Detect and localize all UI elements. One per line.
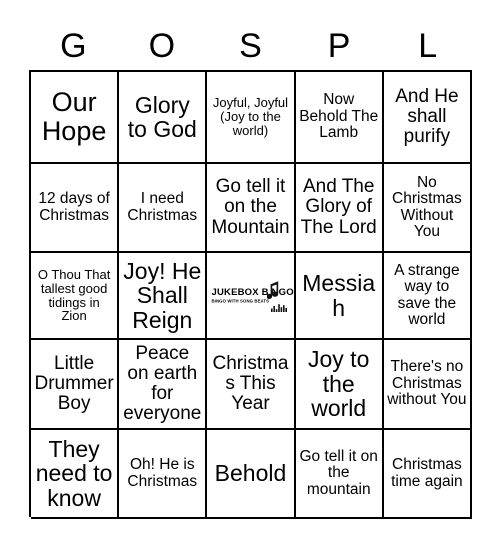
bingo-header-letters: G O S P L <box>29 22 472 70</box>
bingo-cell-r4c1[interactable]: Little Drummer Boy <box>31 340 120 430</box>
bingo-cell-r2c1[interactable]: 12 days of Christmas <box>31 164 120 253</box>
bingo-cell-label: A strange way to save the world <box>394 261 460 328</box>
bingo-cell-r1c4[interactable]: Now Behold The Lamb <box>295 72 384 164</box>
bingo-cell-label: 12 days of Christmas <box>38 190 110 224</box>
bingo-cell-r2c2[interactable]: I need Christmas <box>119 164 208 253</box>
bingo-cell-r3c5[interactable]: A strange way to save the world <box>383 253 472 340</box>
bingo-cell-r4c5[interactable]: There's no Christmas without You <box>383 340 472 430</box>
bingo-cell-r2c5[interactable]: No Christmas Without You <box>383 164 472 253</box>
bingo-cell-label: Glory to God <box>127 91 197 142</box>
bingo-cell-r3c4[interactable]: Messiah <box>295 253 384 340</box>
header-letter-1: G <box>60 27 87 65</box>
bingo-cell-label: Little Drummer Boy <box>34 352 114 415</box>
bingo-cell-r3c2[interactable]: Joy! He Shall Reign <box>119 253 208 340</box>
bingo-card: G O S P L Our Hope Glory to God Joyful, … <box>0 0 500 544</box>
bingo-cell-label: Joy to the world <box>308 346 370 422</box>
header-letter-3: S <box>239 27 262 65</box>
bingo-cell-r5c5[interactable]: Christmas time again <box>383 430 472 519</box>
bingo-cell-r5c1[interactable]: They need to know <box>31 430 120 519</box>
bingo-cell-r1c5[interactable]: And He shall purify <box>383 72 472 164</box>
bingo-cell-label: Joy! He Shall Reign <box>123 257 202 333</box>
bingo-grid: Our Hope Glory to God Joyful, Joyful (Jo… <box>29 70 472 519</box>
bingo-cell-r4c3[interactable]: Christmas This Year <box>207 340 296 430</box>
bingo-cell-label: And The Glory of The Lord <box>300 176 377 238</box>
bingo-cell-r5c2[interactable]: Oh! He is Christmas <box>119 430 208 519</box>
bingo-cell-label: No Christmas Without You <box>392 173 462 240</box>
header-letter-2: O <box>148 27 176 65</box>
bingo-cell-label: Go tell it on the Mountain <box>211 176 290 238</box>
bingo-cell-label: And He shall purify <box>395 85 459 148</box>
bingo-cell-label: Our Hope <box>41 87 107 146</box>
bingo-cell-label: O Thou That tallest good tidings in Zion <box>37 266 111 324</box>
bingo-cell-r3c1[interactable]: O Thou That tallest good tidings in Zion <box>31 253 120 340</box>
bingo-cell-free-space[interactable]: JUKEBOX B NGO BINGO WITH SONG BEATS <box>207 253 296 340</box>
bingo-cell-r5c3[interactable]: Behold <box>207 430 296 519</box>
bingo-cell-r1c3[interactable]: Joyful, Joyful (Joy to the world) <box>207 72 296 164</box>
bingo-cell-r2c4[interactable]: And The Glory of The Lord <box>295 164 384 253</box>
bingo-cell-label: They need to know <box>35 435 113 511</box>
bingo-cell-r5c4[interactable]: Go tell it on the mountain <box>295 430 384 519</box>
bingo-cell-r4c4[interactable]: Joy to the world <box>295 340 384 430</box>
bingo-cell-r4c2[interactable]: Peace on earth for everyone <box>119 340 208 430</box>
bingo-cell-label: Messiah <box>302 270 376 321</box>
bingo-cell-label: Behold <box>214 460 287 487</box>
bingo-cell-label: Peace on earth for everyone <box>123 342 202 425</box>
bingo-cell-label: Oh! He is Christmas <box>127 456 198 490</box>
jukebox-bingo-logo: JUKEBOX B NGO BINGO WITH SONG BEATS <box>207 253 294 338</box>
bingo-cell-r2c3[interactable]: Go tell it on the Mountain <box>207 164 296 253</box>
bingo-cell-label: Go tell it on the mountain <box>299 447 378 498</box>
header-letter-4: P <box>327 27 351 65</box>
bingo-cell-label: There's no Christmas without You <box>387 358 467 409</box>
equalizer-icon <box>271 303 288 312</box>
bingo-cell-label: I need Christmas <box>127 190 198 224</box>
bingo-cell-label: Christmas time again <box>391 456 463 490</box>
bingo-cell-r1c2[interactable]: Glory to God <box>119 72 208 164</box>
bingo-cell-label: Christmas This Year <box>212 352 289 415</box>
bingo-cell-label: Joyful, Joyful (Joy to the world) <box>212 95 289 138</box>
bingo-cell-label: Now Behold The Lamb <box>299 91 379 142</box>
bingo-cell-r1c1[interactable]: Our Hope <box>31 72 120 164</box>
music-note-icon <box>267 280 279 299</box>
header-letter-5: L <box>418 27 438 65</box>
logo-inner: JUKEBOX B NGO BINGO WITH SONG BEATS <box>211 280 294 312</box>
